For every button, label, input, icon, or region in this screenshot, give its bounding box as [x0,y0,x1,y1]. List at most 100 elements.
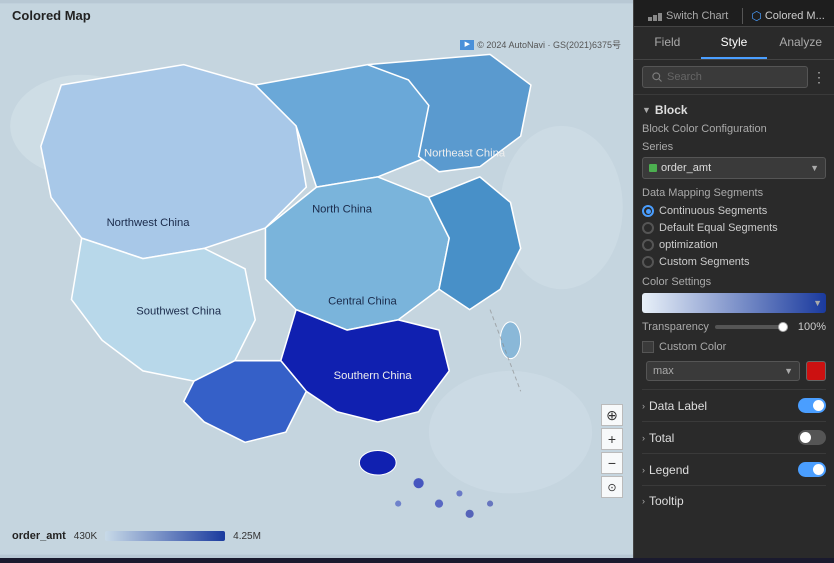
block-chevron-icon: ▼ [642,105,651,115]
radio-default-equal-icon [642,222,654,234]
segment-custom[interactable]: Custom Segments [642,256,826,268]
colored-map-tab[interactable]: ⬡ Colored M... [751,9,824,23]
search-more-button[interactable]: ⋮ [812,69,826,86]
radio-optimization-icon [642,239,654,251]
label-northwest: Northwest China [107,217,191,229]
custom-color-label: Custom Color [659,341,726,353]
panel-content: ▼ Block Block Color Configuration Series… [634,95,834,558]
tab-analyze[interactable]: Analyze [767,27,834,59]
custom-color-checkbox[interactable] [642,341,654,353]
series-dropdown-arrow-icon: ▼ [810,163,819,173]
data-label-chevron-icon: › [642,401,645,411]
label-northeast: Northeast China [424,147,506,159]
transparency-thumb [778,322,788,332]
max-color-swatch[interactable] [806,361,826,381]
tab-style[interactable]: Style [701,27,768,59]
max-row: max ▼ [642,361,826,381]
block-color-config-label: Block Color Configuration [642,123,826,135]
radio-continuous-icon [642,205,654,217]
attribution-flag: ▶ [460,40,474,50]
color-settings-label: Color Settings [642,276,826,288]
segment-custom-label: Custom Segments [659,256,749,268]
tab-field[interactable]: Field [634,27,701,59]
data-label-toggle-thumb [813,400,824,411]
colored-map-label: Colored M... [765,10,825,22]
switch-chart-button[interactable]: Switch Chart [642,6,734,26]
total-chevron-icon: › [642,433,645,443]
data-label-header[interactable]: › Data Label [642,398,826,413]
zoom-out-button[interactable]: − [601,452,623,474]
total-toggle[interactable] [798,430,826,445]
segment-optimization[interactable]: optimization [642,239,826,251]
series-dropdown[interactable]: order_amt ▼ [642,157,826,179]
search-placeholder: Search [667,71,702,83]
map-controls: ⊕ + − ⊙ [601,404,623,498]
search-icon [651,71,663,83]
max-label: max [653,365,674,377]
segment-optimization-label: optimization [659,239,718,251]
transparency-row: Transparency 100% [642,321,826,333]
legend-section: › Legend [642,453,826,485]
max-dropdown[interactable]: max ▼ [646,361,800,381]
segment-default-equal[interactable]: Default Equal Segments [642,222,826,234]
total-header[interactable]: › Total [642,430,826,445]
segment-continuous[interactable]: Continuous Segments [642,205,826,217]
tooltip-header[interactable]: › Tooltip [642,494,826,508]
search-box[interactable]: Search [642,66,808,88]
label-southwest: Southwest China [136,306,222,318]
series-row: order_amt ▼ [642,157,826,179]
label-north: North China [312,204,373,216]
tooltip-title: Tooltip [649,494,684,508]
max-dropdown-arrow-icon: ▼ [784,366,793,376]
map-title: Colored Map [12,8,91,23]
series-label: Series [642,141,826,153]
color-bar-arrow-icon: ▼ [813,298,822,308]
switch-chart-label: Switch Chart [666,10,728,22]
label-south: Southern China [334,370,413,382]
right-panel: Switch Chart ⬡ Colored M... Field Style … [634,0,834,558]
total-toggle-thumb [800,432,811,443]
data-mapping-section: Data Mapping Segments Continuous Segment… [642,187,826,268]
legend-toggle-thumb [813,464,824,475]
custom-color-row[interactable]: Custom Color [642,341,826,353]
segment-continuous-label: Continuous Segments [659,205,767,217]
data-mapping-label: Data Mapping Segments [642,187,826,199]
attribution-text: © 2024 AutoNavi · GS(2021)6375号 [477,38,621,51]
series-color-dot [649,164,657,172]
block-section-header[interactable]: ▼ Block [642,103,826,117]
transparency-value: 100% [794,321,826,333]
tooltip-chevron-icon: › [642,496,645,506]
legend-chevron-icon: › [642,465,645,475]
data-label-toggle[interactable] [798,398,826,413]
legend-left: › Legend [642,463,689,477]
legend-toggle[interactable] [798,462,826,477]
legend-header[interactable]: › Legend [642,462,826,477]
block-section: ▼ Block Block Color Configuration Series… [642,103,826,381]
radio-custom-icon [642,256,654,268]
panel-header: Switch Chart ⬡ Colored M... [634,0,834,27]
map-legend: order_amt 430K 4.25M [12,530,261,542]
segment-default-equal-label: Default Equal Segments [659,222,778,234]
map-container: Colored Map ▶ © 2024 AutoNavi · GS(2021)… [0,0,634,558]
color-settings-bar[interactable]: ▼ [642,293,826,313]
total-section: › Total [642,421,826,453]
panel-tabs: Field Style Analyze [634,27,834,60]
china-map-svg: Northwest China North China Northeast Ch… [0,0,633,558]
panel-search-area: Search ⋮ [634,60,834,95]
tooltip-section: › Tooltip [642,485,826,516]
transparency-slider[interactable] [715,325,788,329]
total-title: Total [649,431,674,445]
switch-chart-icon [648,11,662,21]
legend-min-value: 430K [74,531,97,542]
transparency-label: Transparency [642,321,709,333]
legend-series-name: order_amt [12,530,66,542]
zoom-fit-button[interactable]: ⊕ [601,404,623,426]
label-central: Central China [328,296,397,308]
tooltip-left: › Tooltip [642,494,684,508]
map-attribution: ▶ © 2024 AutoNavi · GS(2021)6375号 [460,38,621,51]
zoom-in-button[interactable]: + [601,428,623,450]
reset-button[interactable]: ⊙ [601,476,623,498]
total-left: › Total [642,431,674,445]
data-label-title: Data Label [649,399,707,413]
data-label-left: › Data Label [642,399,707,413]
